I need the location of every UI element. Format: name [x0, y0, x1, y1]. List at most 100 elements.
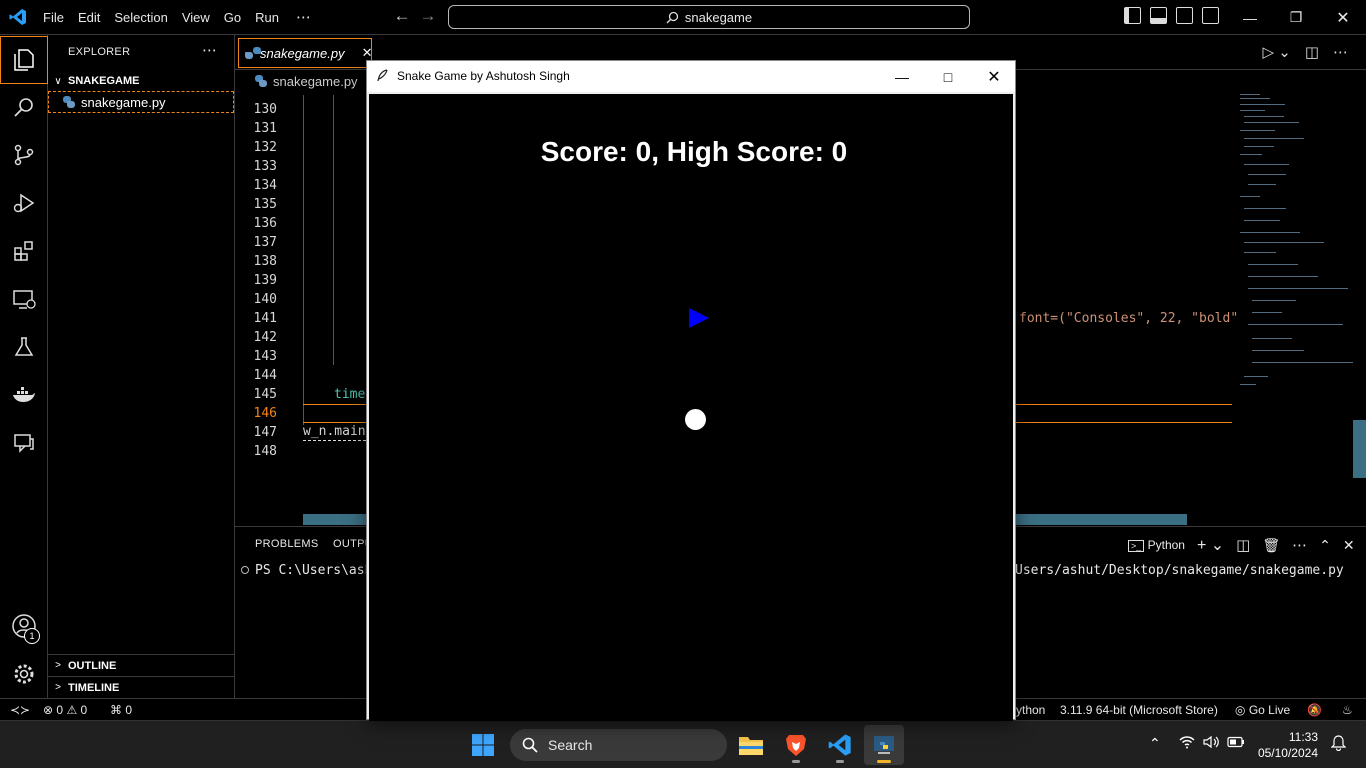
tab-snakegame[interactable]: snakegame.py ✕ [238, 38, 372, 68]
menu-view[interactable]: View [175, 0, 217, 35]
taskbar-search[interactable]: Search [510, 729, 727, 761]
windows-logo-icon [472, 734, 494, 756]
trash-icon[interactable]: 🗑 [1262, 537, 1280, 554]
battery-icon[interactable] [1227, 735, 1245, 751]
split-terminal-icon[interactable]: ◫ [1236, 536, 1250, 554]
line-number: 147 [253, 425, 277, 440]
outline-section[interactable]: > OUTLINE [48, 654, 234, 676]
ports-count: 0 [125, 703, 133, 717]
folder-header[interactable]: ∨ SNAKEGAME [48, 70, 234, 92]
terminal-actions: >_ Python + ⌄ ◫ 🗑 ⋯ ⌃ ✕ [1128, 535, 1355, 555]
warning-icon: ⚠ [66, 703, 78, 717]
python-interpreter[interactable]: 3.11.9 64-bit (Microsoft Store) [1060, 703, 1218, 717]
vscode-app[interactable] [820, 725, 860, 765]
close-panel-icon[interactable]: ✕ [1343, 537, 1355, 554]
toggle-panel-icon[interactable] [1150, 7, 1167, 24]
toggle-primary-sidebar-icon[interactable] [1124, 7, 1141, 24]
customize-layout-icon[interactable] [1202, 7, 1219, 24]
python-app[interactable] [864, 725, 904, 765]
game-canvas[interactable]: Score: 0, High Score: 0 [369, 94, 1013, 721]
run-python-icon[interactable]: ▷ ⌄ [1263, 43, 1291, 61]
toggle-secondary-sidebar-icon[interactable] [1176, 7, 1193, 24]
tab-problems[interactable]: PROBLEMS [255, 538, 319, 550]
notifications-muted-icon[interactable]: 🔕 [1307, 703, 1322, 717]
remote-indicator-icon[interactable]: ≺≻ [10, 703, 30, 717]
run-debug-icon[interactable] [0, 179, 48, 227]
brave-browser-app[interactable] [776, 725, 816, 765]
remote-explorer-icon[interactable] [0, 275, 48, 323]
maximize-panel-icon[interactable]: ⌃ [1319, 537, 1331, 554]
system-clock[interactable]: 11:33 05/10/2024 [1256, 729, 1318, 761]
timeline-label: TIMELINE [68, 681, 120, 694]
chat-icon[interactable] [0, 419, 48, 467]
minimap[interactable] [1238, 92, 1360, 392]
split-editor-icon[interactable]: ◫ [1305, 43, 1319, 61]
forward-arrow-icon[interactable]: → [415, 6, 441, 26]
breadcrumb-file[interactable]: snakegame.py [273, 74, 358, 89]
game-close-button[interactable]: ✕ [971, 61, 1017, 92]
line-number: 138 [253, 254, 277, 269]
layout-controls [1124, 7, 1219, 24]
more-icon[interactable]: ⋯ [1292, 536, 1307, 554]
line-number: 139 [253, 273, 277, 288]
terminal-profile[interactable]: >_ Python [1128, 538, 1185, 552]
menu-run[interactable]: Run [248, 0, 286, 35]
bell-icon[interactable]: ♨ [1342, 703, 1353, 717]
menu-file[interactable]: File [36, 0, 71, 35]
docker-icon[interactable] [0, 371, 48, 419]
line-number: 135 [253, 197, 277, 212]
source-control-icon[interactable] [0, 131, 48, 179]
settings-gear-icon[interactable] [0, 650, 48, 698]
close-icon[interactable]: ✕ [362, 45, 373, 61]
explorer-sidebar: EXPLORER ⋯ ∨ SNAKEGAME snakegame.py > OU… [48, 35, 235, 698]
game-minimize-button[interactable]: — [879, 61, 925, 92]
menu-selection[interactable]: Selection [107, 0, 174, 35]
close-button[interactable]: ✕ [1320, 0, 1366, 35]
code-line-141-tail: font=("Consoles", 22, "bold" [1019, 311, 1239, 326]
explorer-more-icon[interactable]: ⋯ [202, 41, 217, 59]
game-maximize-button[interactable]: □ [925, 61, 971, 92]
folder-icon [739, 737, 763, 755]
tab-label: snakegame.py [260, 45, 345, 61]
go-live-button[interactable]: ◎ Go Live [1235, 703, 1290, 717]
warning-count: 0 [80, 703, 88, 717]
language-mode[interactable]: ython [1016, 703, 1045, 717]
accounts-icon[interactable]: 1 [0, 602, 48, 650]
wifi-icon[interactable] [1179, 735, 1195, 752]
explorer-icon[interactable] [0, 36, 48, 84]
menu-edit[interactable]: Edit [71, 0, 107, 35]
new-terminal-icon[interactable]: + ⌄ [1197, 535, 1224, 555]
file-item-snakegame[interactable]: snakegame.py [48, 91, 234, 113]
terminal-prompt[interactable]: PS C:\Users\ashu [255, 563, 380, 578]
extensions-icon[interactable] [0, 227, 48, 275]
command-center-search[interactable]: snakegame [448, 5, 970, 29]
timeline-section[interactable]: > TIMELINE [48, 676, 234, 698]
volume-icon[interactable] [1203, 735, 1219, 752]
terminal-command-tail[interactable]: Users/ashut/Desktop/snakegame/snakegame.… [1015, 563, 1344, 578]
line-number: 132 [253, 140, 277, 155]
line-number: 144 [253, 368, 277, 383]
back-arrow-icon[interactable]: ← [389, 6, 415, 26]
search-icon[interactable] [0, 83, 48, 131]
restore-button[interactable]: ❐ [1273, 0, 1319, 35]
show-hidden-icons-icon[interactable]: ⌃ [1149, 735, 1161, 752]
editor-scrollbar-thumb[interactable] [1353, 420, 1366, 478]
line-number-current: 146 [253, 406, 277, 421]
vscode-logo-icon [828, 734, 851, 756]
minimize-button[interactable]: — [1227, 0, 1273, 35]
file-explorer-app[interactable] [731, 725, 771, 765]
game-window-title: Snake Game by Ashutosh Singh [397, 69, 570, 83]
terminal-status-icon [241, 566, 249, 574]
line-number: 134 [253, 178, 277, 193]
game-window-titlebar[interactable]: Snake Game by Ashutosh Singh — □ ✕ [367, 61, 1015, 92]
testing-icon[interactable] [0, 323, 48, 371]
menu-go[interactable]: Go [217, 0, 248, 35]
problems-indicator[interactable]: ⊗ 0 ⚠ 0 [43, 703, 87, 717]
more-actions-icon[interactable]: ⋯ [1333, 43, 1348, 61]
notifications-bell-icon[interactable] [1330, 735, 1347, 754]
windows-taskbar: Search ⌃ 11:33 05/10/2024 [0, 720, 1366, 768]
ports-indicator[interactable]: ⌘ 0 [110, 703, 132, 717]
menu-more-icon[interactable]: ⋯ [286, 8, 321, 26]
start-button[interactable] [463, 725, 503, 765]
line-number: 130 [253, 102, 277, 117]
